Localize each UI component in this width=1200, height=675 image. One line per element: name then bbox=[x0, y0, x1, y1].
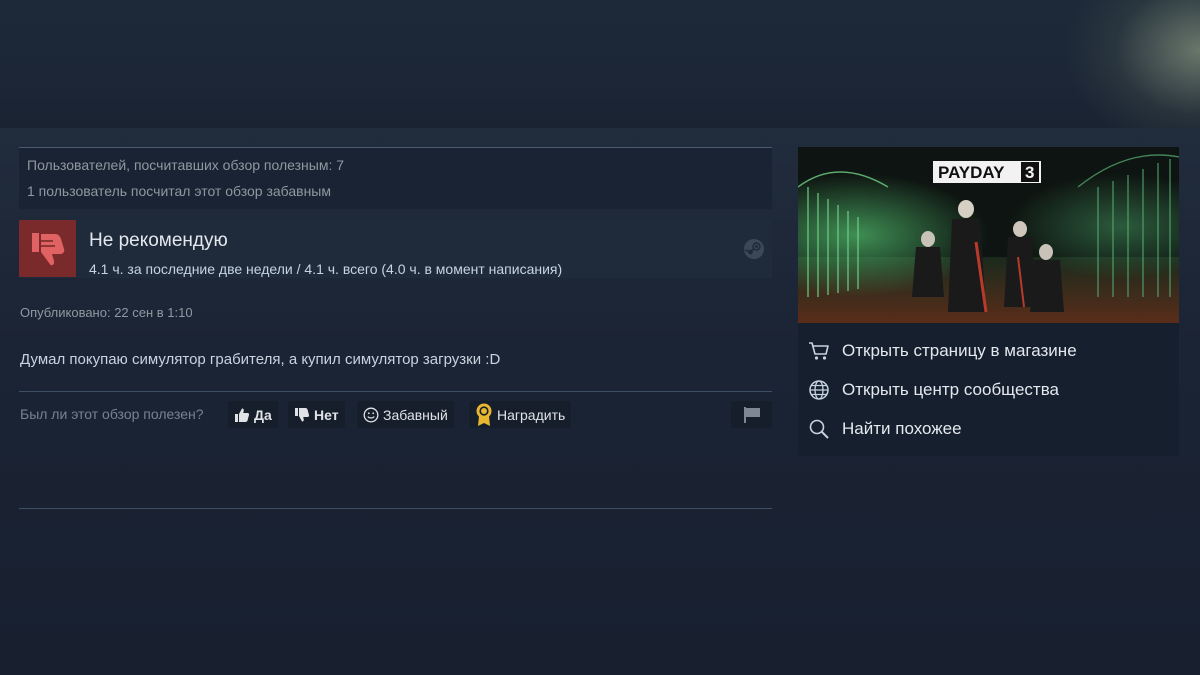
review-rating: Не рекомендую 4.1 ч. за последние две не… bbox=[19, 220, 772, 278]
community-hub-link[interactable]: Открыть центр сообщества bbox=[808, 378, 1059, 402]
game-logo-number: 3 bbox=[1025, 163, 1034, 182]
header-banner bbox=[0, 0, 1200, 128]
vote-yes-button[interactable]: Да bbox=[228, 401, 278, 428]
award-button[interactable]: Наградить bbox=[469, 401, 572, 428]
find-similar-link[interactable]: Найти похожее bbox=[808, 417, 962, 441]
thumbs-up-icon bbox=[235, 408, 250, 422]
thumbs-down-tile bbox=[19, 220, 76, 277]
vote-yes-label: Да bbox=[254, 406, 272, 423]
globe-icon bbox=[808, 379, 830, 401]
review-text: Думал покупаю симулятор грабителя, а куп… bbox=[20, 351, 501, 368]
votes-summary: Пользователей, посчитавших обзор полезны… bbox=[19, 147, 772, 209]
thumbs-down-icon bbox=[31, 232, 64, 265]
divider-bottom bbox=[19, 508, 772, 509]
thumbs-down-small-icon bbox=[295, 407, 310, 421]
playtime-hours: 4.1 ч. за последние две недели / 4.1 ч. … bbox=[89, 261, 563, 277]
flag-icon bbox=[743, 406, 760, 423]
divider-top bbox=[19, 391, 772, 392]
game-logo-text: PAYDAY bbox=[938, 163, 1005, 182]
payday-artwork: PAYDAY 3 bbox=[798, 147, 1179, 323]
report-flag-button[interactable] bbox=[731, 401, 772, 428]
cart-icon bbox=[808, 340, 830, 362]
find-similar-label: Найти похожее bbox=[842, 419, 962, 438]
helpful-count: Пользователей, посчитавших обзор полезны… bbox=[27, 157, 345, 173]
helpful-question: Был ли этот обзор полезен? bbox=[20, 406, 204, 422]
steam-icon bbox=[744, 239, 764, 259]
funny-count: 1 пользователь посчитал этот обзор забав… bbox=[27, 183, 331, 199]
game-side-panel: PAYDAY 3 Открыть страницу в магазине Отк… bbox=[798, 147, 1179, 456]
smile-icon bbox=[363, 407, 379, 422]
vote-funny-label: Забавный bbox=[383, 406, 448, 423]
vote-no-button[interactable]: Нет bbox=[288, 401, 345, 428]
award-label: Наградить bbox=[497, 406, 566, 423]
rating-title: Не рекомендую bbox=[89, 230, 228, 251]
store-page-label: Открыть страницу в магазине bbox=[842, 341, 1077, 360]
game-capsule-image[interactable]: PAYDAY 3 bbox=[798, 147, 1179, 323]
store-page-link[interactable]: Открыть страницу в магазине bbox=[808, 339, 1077, 363]
vote-no-label: Нет bbox=[314, 406, 339, 423]
community-hub-label: Открыть центр сообщества bbox=[842, 380, 1060, 399]
award-icon bbox=[476, 403, 492, 426]
posted-date: Опубликовано: 22 сен в 1:10 bbox=[20, 305, 193, 320]
search-icon bbox=[808, 418, 830, 440]
vote-funny-button[interactable]: Забавный bbox=[357, 401, 454, 428]
